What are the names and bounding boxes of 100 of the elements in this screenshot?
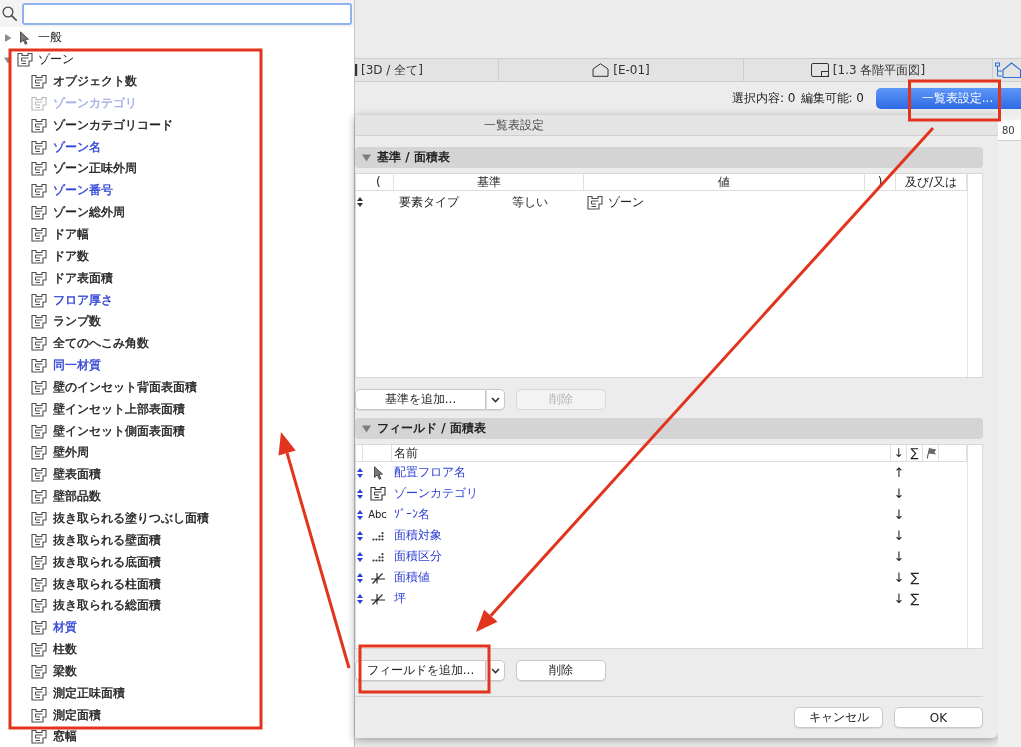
add-criterion-button[interactable]: 基準を追加... [355, 389, 486, 410]
table-cell-text: 要素タイプ [399, 193, 461, 211]
tree-item[interactable]: ゾーンカテゴリコード [53, 118, 173, 132]
tree-item[interactable]: フロア厚さ [53, 293, 113, 307]
sort-handle-icon[interactable] [357, 197, 363, 207]
tree-item[interactable]: 壁部品数 [53, 490, 101, 504]
table-cell[interactable]: ↓ [893, 591, 905, 606]
tree-item[interactable]: 壁インセット側面表面積 [53, 424, 185, 438]
tree-item[interactable]: ゾーン名 [53, 140, 101, 154]
view-tab[interactable]: [1.3 各階平面図] [744, 59, 993, 81]
column-header[interactable]: ∑ [910, 446, 919, 460]
table-cell: 等しい [512, 193, 548, 211]
house-icon [592, 63, 610, 77]
disclosure-triangle-icon[interactable] [4, 33, 12, 42]
tree-item[interactable]: 一般 [38, 31, 62, 45]
stamp-icon [587, 194, 603, 210]
selection-count: 選択内容: 0 [732, 90, 796, 107]
tree-item[interactable]: ゾーン [38, 53, 74, 67]
chevron-down-icon [491, 667, 500, 674]
tree-item[interactable]: 抜き取られる底面積 [53, 555, 161, 569]
tree-item[interactable]: 梁数 [53, 664, 77, 678]
table-cell[interactable]: ↓ [893, 507, 905, 522]
schedule-settings-button[interactable]: 一覧表設定... [876, 88, 1021, 109]
table-cell[interactable]: ∑ [910, 570, 920, 585]
tree-house-icon[interactable] [995, 62, 1021, 78]
dialog-button[interactable]: OK [894, 707, 983, 728]
tree-item[interactable]: 柱数 [53, 643, 77, 657]
column-header: 及び/又は [904, 175, 957, 189]
tree-item[interactable]: 抜き取られる壁面積 [53, 533, 161, 547]
tree-item[interactable]: オブジェクト数 [53, 75, 137, 89]
tree-item[interactable]: 抜き取られる柱面積 [53, 577, 161, 591]
tree-item[interactable]: ランプ数 [53, 315, 101, 329]
tree-item[interactable]: ゾーン総外周 [53, 206, 125, 220]
tree-item[interactable]: ゾーン番号 [53, 184, 113, 198]
section-header[interactable]: フィールド / 面積表 [355, 418, 983, 439]
tree-item[interactable]: 材質 [53, 621, 77, 635]
column-header: ( [376, 175, 381, 189]
tree-item[interactable]: 測定正味面積 [53, 686, 125, 700]
crossed-lines-icon [369, 571, 386, 584]
tree-item[interactable]: 窓幅 [53, 730, 77, 744]
table-cell: 面積対象 [394, 528, 442, 542]
tree-item[interactable]: 壁のインセット背面表面積 [53, 380, 197, 394]
delete-button[interactable]: 削除 [516, 660, 606, 681]
tree-item[interactable]: ドア幅 [53, 228, 89, 241]
sort-handle-icon[interactable] [357, 530, 363, 541]
view-tab[interactable]: [3D / 全て] [355, 59, 499, 81]
sort-handle-icon[interactable] [357, 551, 363, 562]
sort-handle-icon[interactable] [357, 593, 363, 604]
add-field-button[interactable]: フィールドを追加... [355, 660, 486, 681]
table-cell: ｿﾞｰﾝ名 [394, 507, 430, 521]
column-header[interactable]: ↓ [893, 446, 904, 460]
sheet-icon [810, 63, 829, 77]
table-cell: ゾーンカテゴリ [394, 486, 478, 500]
tree-item[interactable]: 壁外周 [53, 446, 89, 460]
sort-handle-icon[interactable] [357, 509, 363, 520]
table-cell: 面積値 [394, 570, 430, 584]
sort-handle-icon[interactable] [357, 488, 363, 499]
search-field[interactable] [22, 2, 352, 25]
cut-off-icon [355, 64, 358, 76]
cursor-icon [372, 465, 383, 480]
dialog-button[interactable]: キャンセル [794, 707, 883, 728]
tree-item[interactable]: 抜き取られる塗りつぶし面積 [53, 512, 209, 525]
column-header: 名前 [394, 446, 418, 460]
type-label: Abc [368, 509, 387, 520]
chevron-down-icon [491, 396, 500, 403]
disclosure-triangle-icon[interactable] [4, 55, 12, 64]
stamp-icon [17, 52, 33, 68]
tree-item[interactable]: ゾーン正味外周 [53, 162, 137, 176]
sort-handle-icon[interactable] [357, 572, 363, 583]
table-cell: ゾーン [608, 193, 644, 211]
table-cell[interactable]: ↓ [893, 486, 905, 501]
tree-item[interactable]: 壁インセット上部表面積 [53, 402, 185, 416]
tree-item[interactable]: ドア数 [53, 249, 89, 263]
dots-icon [371, 530, 384, 541]
table-cell[interactable]: ↓ [893, 549, 905, 564]
tree-item[interactable]: 抜き取られる総面積 [53, 599, 161, 613]
flag-icon[interactable] [924, 447, 937, 459]
table-cell: 配置フロア名 [394, 465, 466, 479]
tree-item[interactable]: ドア表面積 [53, 271, 113, 285]
view-tab[interactable]: [E-01] [499, 59, 744, 81]
section-header[interactable]: 基準 / 面積表 [355, 147, 983, 168]
tree-item[interactable]: 全てのへこみ角数 [53, 337, 149, 351]
table-cell[interactable]: ∑ [910, 591, 920, 606]
tree-item[interactable]: 測定面積 [53, 708, 101, 722]
editable-count: 編集可能: 0 [800, 90, 864, 107]
cursor-icon [19, 30, 29, 45]
ruler-label: 80 [1002, 124, 1015, 136]
table-cell[interactable]: ↓ [893, 528, 905, 543]
dots-icon [371, 551, 384, 562]
tree-item[interactable]: 同一材質 [53, 359, 101, 373]
dropdown-button[interactable] [486, 389, 505, 410]
stamp-icon [369, 486, 386, 501]
sort-handle-icon[interactable] [357, 467, 363, 478]
tree-item[interactable]: 壁表面積 [53, 468, 101, 482]
dialog-title: 一覧表設定 [484, 116, 544, 134]
table-cell[interactable]: ↓ [893, 570, 905, 585]
column-header: 基準 [476, 175, 501, 189]
table-cell: 面積区分 [394, 549, 442, 563]
table-cell[interactable]: ↑ [893, 465, 905, 480]
search-icon [2, 6, 17, 21]
